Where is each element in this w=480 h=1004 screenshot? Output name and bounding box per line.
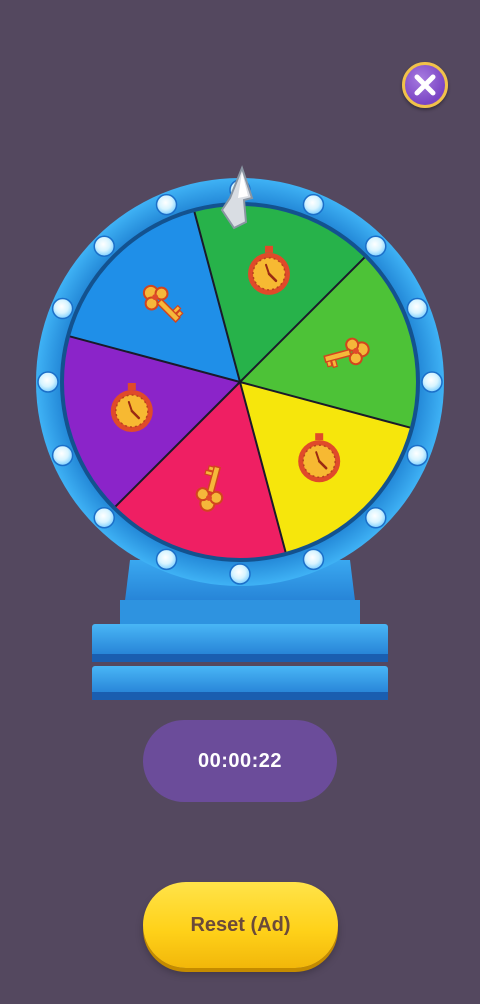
rim-bulb (93, 235, 115, 257)
rim-bulb (406, 297, 429, 320)
rim-bulb (51, 297, 74, 320)
rim-bulb (406, 444, 429, 467)
reset-ad-button[interactable]: Reset (Ad) (143, 882, 338, 968)
timer-display: 00:00:22 (143, 720, 337, 802)
rim-bulb (421, 371, 443, 393)
rim-bulb (302, 548, 325, 571)
rim-bulb (365, 235, 387, 257)
rim-bulb (93, 507, 115, 529)
rim-bulb (302, 193, 325, 216)
rim-bulb (37, 371, 59, 393)
rim-bulb (51, 444, 74, 467)
rim-bulb (155, 193, 178, 216)
rim-bulb (365, 507, 387, 529)
rim-bulb (229, 563, 251, 585)
prize-wheel-graphic (36, 165, 444, 700)
rim-bulb (155, 548, 178, 571)
